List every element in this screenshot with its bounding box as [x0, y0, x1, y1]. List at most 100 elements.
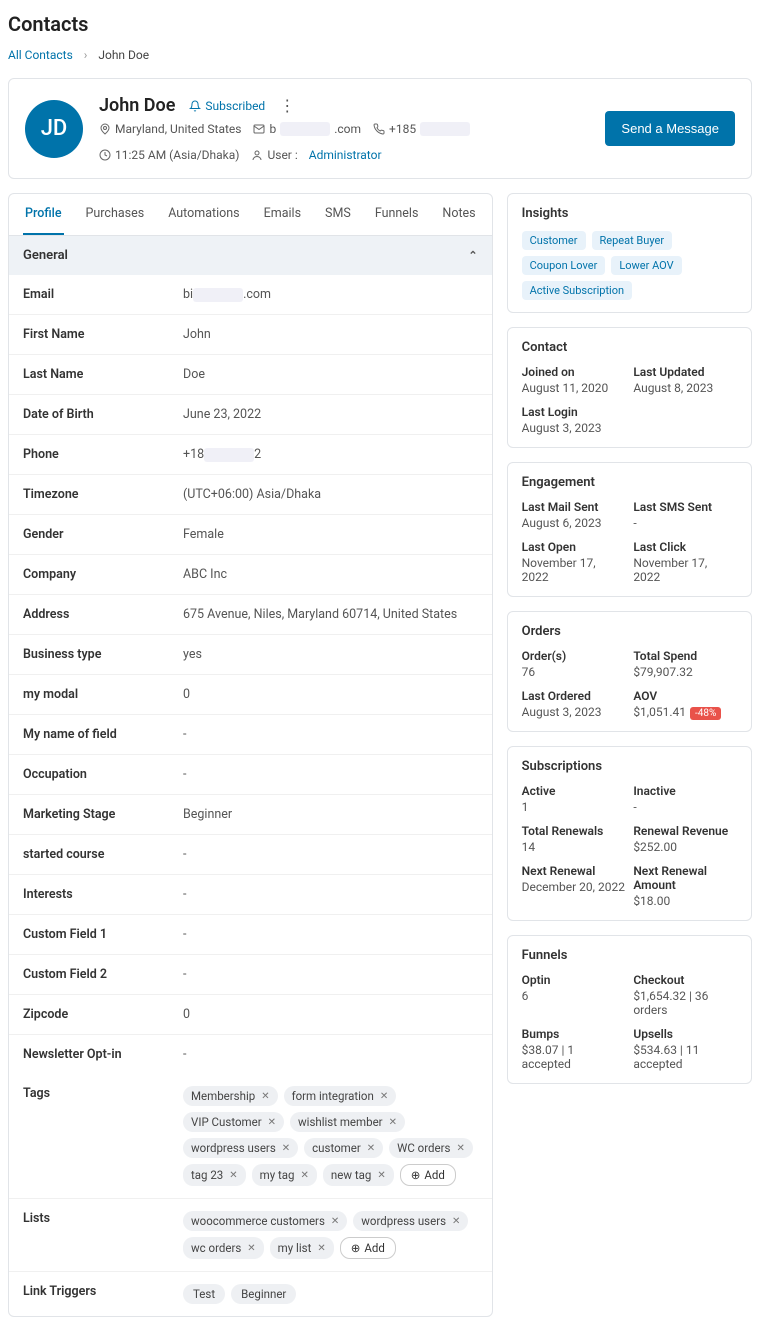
remove-icon[interactable]: ✕: [331, 1216, 339, 1227]
remove-icon[interactable]: ✕: [452, 1216, 460, 1227]
remove-icon[interactable]: ✕: [317, 1243, 325, 1254]
field-row[interactable]: started course-: [9, 835, 492, 875]
info-item: Upsells$534.63 | 11 accepted: [633, 1027, 737, 1071]
chip[interactable]: WC orders✕: [389, 1138, 473, 1158]
chip[interactable]: wordpress users✕: [183, 1138, 298, 1158]
info-item: Total Spend$79,907.32: [633, 649, 737, 679]
chip[interactable]: form integration✕: [284, 1086, 397, 1106]
tab-emails[interactable]: Emails: [262, 194, 303, 235]
info-item: Last OrderedAugust 3, 2023: [522, 689, 626, 719]
tab-notes[interactable]: Notes: [440, 194, 477, 235]
bell-icon: [189, 100, 201, 112]
chip[interactable]: Membership✕: [183, 1086, 278, 1106]
chip[interactable]: my list✕: [270, 1237, 334, 1259]
field-row[interactable]: Last NameDoe: [9, 355, 492, 395]
chip[interactable]: Beginner: [231, 1284, 296, 1304]
remove-icon[interactable]: ✕: [268, 1117, 276, 1128]
subscriptions-panel: Subscriptions Active1Inactive-Total Rene…: [507, 746, 752, 921]
chevron-up-icon: ⌃: [468, 249, 477, 262]
remove-icon[interactable]: ✕: [380, 1091, 388, 1102]
info-item-label: Last Click: [633, 540, 737, 554]
field-row[interactable]: Newsletter Opt-in-: [9, 1035, 492, 1074]
info-item-value: $534.63 | 11 accepted: [633, 1043, 737, 1071]
remove-icon[interactable]: ✕: [261, 1091, 269, 1102]
tags-value: Membership✕ form integration✕VIP Customer…: [183, 1086, 478, 1186]
field-row[interactable]: Occupation-: [9, 755, 492, 795]
field-row[interactable]: Emailbi.com: [9, 275, 492, 315]
info-item-label: Order(s): [522, 649, 626, 663]
field-label: Business type: [23, 647, 183, 662]
contact-header: JD John Doe Subscribed ⋮ Maryland, Unite…: [8, 78, 752, 179]
info-item-label: AOV: [633, 689, 737, 703]
remove-icon[interactable]: ✕: [389, 1117, 397, 1128]
chip[interactable]: wishlist member✕: [290, 1112, 405, 1132]
tab-funnels[interactable]: Funnels: [373, 194, 421, 235]
info-item: Next Renewal Amount$18.00: [633, 864, 737, 908]
breadcrumb: All Contacts › John Doe: [8, 48, 752, 62]
info-item: Next RenewalDecember 20, 2022: [522, 864, 626, 908]
insight-tag: Coupon Lover: [522, 256, 606, 275]
tab-sms[interactable]: SMS: [323, 194, 353, 235]
field-label: my modal: [23, 687, 183, 702]
remove-icon[interactable]: ✕: [377, 1170, 385, 1181]
add-button[interactable]: ⊕ Add: [400, 1164, 456, 1186]
more-menu[interactable]: ⋮: [279, 96, 295, 115]
redacted: [193, 288, 243, 302]
chip[interactable]: wordpress users✕: [353, 1211, 468, 1231]
field-row[interactable]: Custom Field 2-: [9, 955, 492, 995]
remove-icon[interactable]: ✕: [456, 1143, 464, 1154]
chip[interactable]: my tag✕: [252, 1164, 317, 1186]
field-row[interactable]: Interests-: [9, 875, 492, 915]
info-item: Last OpenNovember 17, 2022: [522, 540, 626, 584]
field-row[interactable]: CompanyABC Inc: [9, 555, 492, 595]
field-row[interactable]: First NameJohn: [9, 315, 492, 355]
remove-icon[interactable]: ✕: [247, 1243, 255, 1254]
field-row[interactable]: Zipcode0: [9, 995, 492, 1035]
breadcrumb-all-contacts[interactable]: All Contacts: [8, 48, 73, 62]
tab-purchases[interactable]: Purchases: [84, 194, 147, 235]
chip[interactable]: woocommerce customers✕: [183, 1211, 347, 1231]
field-row[interactable]: My name of field-: [9, 715, 492, 755]
field-row[interactable]: Timezone(UTC+06:00) Asia/Dhaka: [9, 475, 492, 515]
field-label: My name of field: [23, 727, 183, 742]
field-row[interactable]: Date of BirthJune 23, 2022: [9, 395, 492, 435]
chip[interactable]: new tag✕: [323, 1164, 394, 1186]
field-row[interactable]: Address675 Avenue, Niles, Maryland 60714…: [9, 595, 492, 635]
info-item: Last SMS Sent-: [633, 500, 737, 530]
remove-icon[interactable]: ✕: [367, 1143, 375, 1154]
chip[interactable]: Test: [183, 1284, 225, 1304]
info-item: Last UpdatedAugust 8, 2023: [633, 365, 737, 395]
info-item-label: Checkout: [633, 973, 737, 987]
field-row[interactable]: Custom Field 1-: [9, 915, 492, 955]
info-item: Optin6: [522, 973, 626, 1017]
remove-icon[interactable]: ✕: [282, 1143, 290, 1154]
info-item-value: November 17, 2022: [522, 556, 626, 584]
field-row[interactable]: GenderFemale: [9, 515, 492, 555]
general-accordion-toggle[interactable]: General ⌃: [9, 236, 492, 275]
add-button[interactable]: ⊕ Add: [340, 1237, 396, 1259]
info-item-value: $1,654.32 | 36 orders: [633, 989, 737, 1017]
field-row[interactable]: Phone+182: [9, 435, 492, 475]
user-link[interactable]: Administrator: [309, 148, 382, 162]
insight-tag: Lower AOV: [611, 256, 681, 275]
chip[interactable]: VIP Customer✕: [183, 1112, 284, 1132]
field-value: Doe: [183, 367, 478, 382]
field-label: Email: [23, 287, 183, 302]
info-item-label: Renewal Revenue: [633, 824, 737, 838]
field-row[interactable]: Marketing StageBeginner: [9, 795, 492, 835]
tab-automations[interactable]: Automations: [166, 194, 241, 235]
badge: -48%: [690, 707, 721, 720]
field-label: Newsletter Opt-in: [23, 1047, 183, 1062]
tab-profile[interactable]: Profile: [23, 194, 64, 235]
chip[interactable]: wc orders✕: [183, 1237, 264, 1259]
chip[interactable]: tag 23✕: [183, 1164, 246, 1186]
remove-icon[interactable]: ✕: [229, 1170, 237, 1181]
chip[interactable]: customer✕: [304, 1138, 383, 1158]
remove-icon[interactable]: ✕: [301, 1170, 309, 1181]
info-item: Active1: [522, 784, 626, 814]
info-item-value: August 3, 2023: [522, 421, 626, 435]
send-message-button[interactable]: Send a Message: [605, 111, 735, 146]
field-row[interactable]: Business typeyes: [9, 635, 492, 675]
field-row[interactable]: my modal0: [9, 675, 492, 715]
info-item-label: Total Spend: [633, 649, 737, 663]
